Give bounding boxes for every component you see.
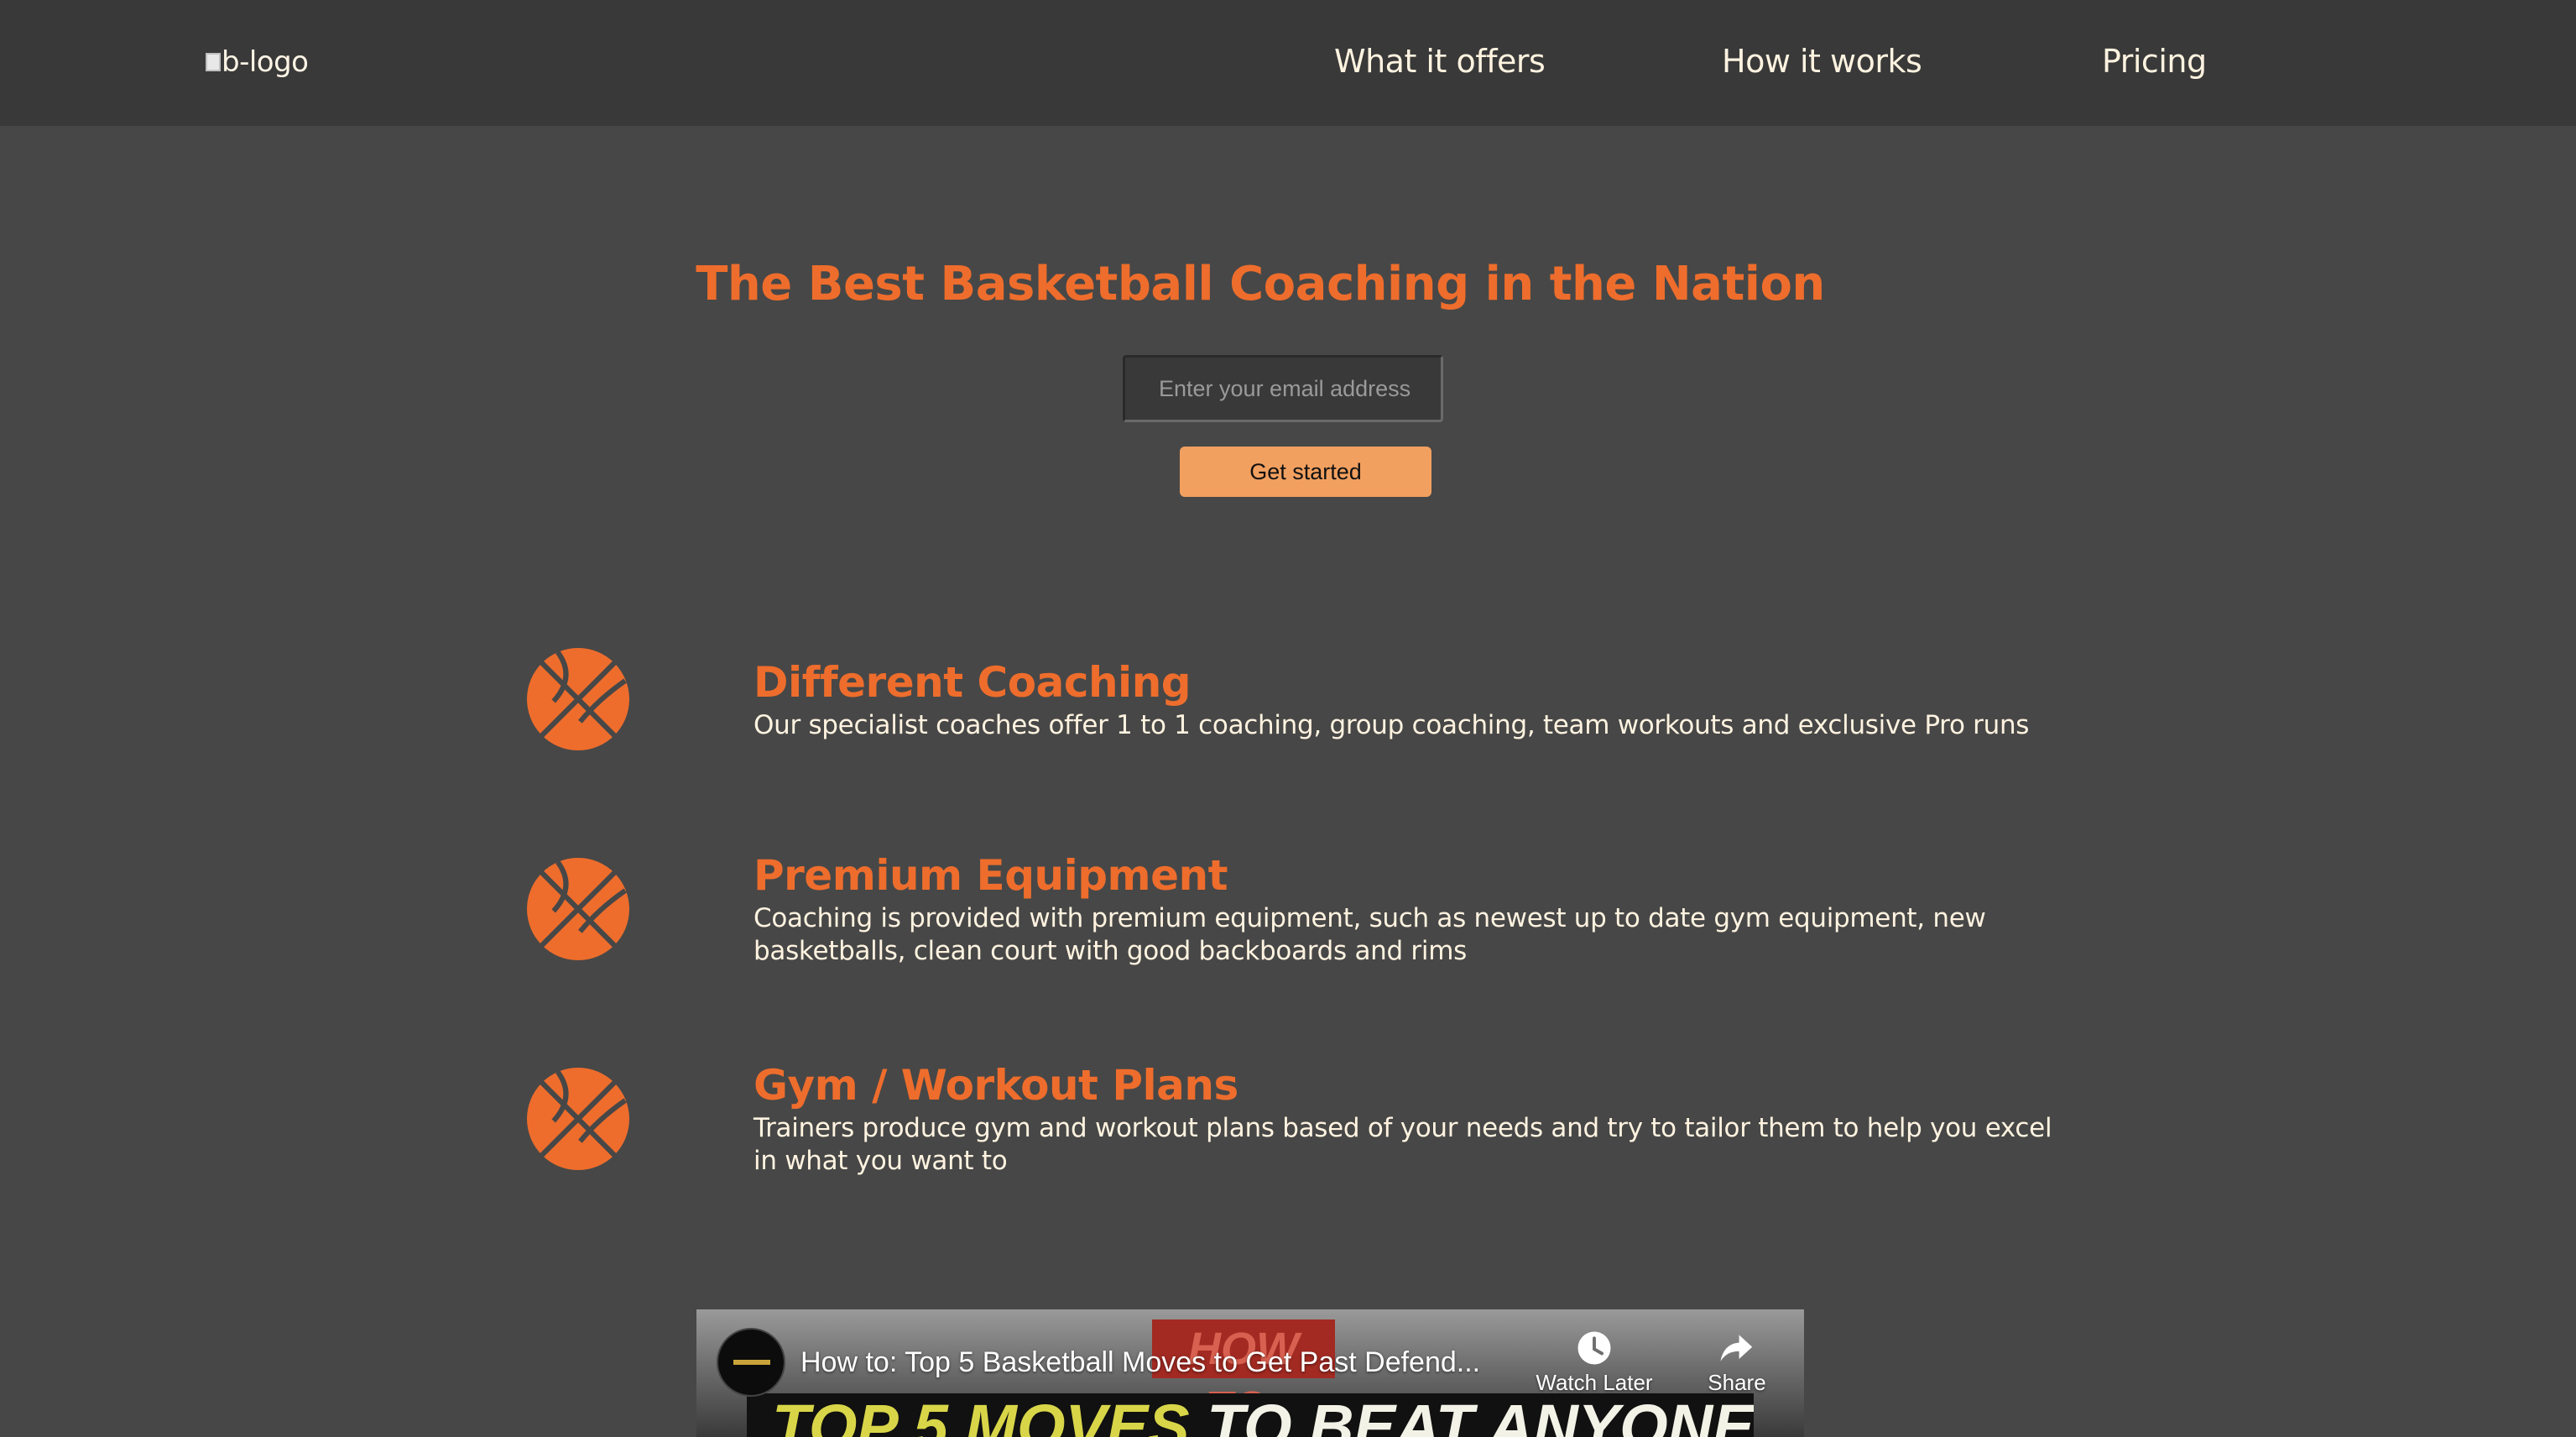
site-header: b-logo What it offers How it works Prici… (0, 0, 2576, 126)
hero-title-text: The Best Basketball Coaching in the Nati… (696, 257, 1825, 311)
feature-title-gym-workout-plans: Gym / Workout Plans (754, 1061, 1238, 1110)
basketball-icon (527, 648, 629, 750)
basketball-icon (527, 858, 629, 960)
basketball-icon (527, 1068, 629, 1170)
feature-description-premium-equipment: Coaching is provided with premium equipm… (754, 903, 1986, 966)
get-started-button[interactable]: Get started (1180, 447, 1431, 497)
watch-later-button[interactable]: Watch Later (1527, 1326, 1661, 1396)
logo-alt-text: b-logo (222, 45, 309, 79)
share-label: Share (1708, 1370, 1766, 1395)
feature-description-different-coaching: Our specialist coaches offer 1 to 1 coac… (754, 710, 2030, 740)
share-button[interactable]: Share (1687, 1326, 1787, 1396)
video-title[interactable]: How to: Top 5 Basketball Moves to Get Pa… (800, 1346, 1480, 1379)
thumbnail-text-highlight: TOP 5 MOVES (772, 1393, 1190, 1437)
share-arrow-icon (1720, 1335, 1753, 1361)
thumbnail-text: TOP 5 MOVES TO BEAT ANYONE! (747, 1393, 1754, 1437)
feature-description-gym-workout-plans: Trainers produce gym and workout plans b… (754, 1113, 2052, 1176)
feature-title-different-coaching: Different Coaching (754, 658, 1192, 707)
channel-avatar[interactable] (717, 1328, 785, 1397)
clock-icon (1577, 1331, 1611, 1365)
nav-link-what-it-offers[interactable]: What it offers (1334, 43, 1546, 80)
broken-image-icon (205, 50, 221, 74)
nav-link-pricing[interactable]: Pricing (2102, 43, 2207, 80)
site-logo[interactable]: b-logo (205, 45, 309, 79)
embedded-video[interactable]: HOW TO: TOP 5 MOVES TO BEAT ANYONE! How … (696, 1309, 1804, 1437)
hero-title: The Best Basketball Coaching in the Nati… (0, 257, 2576, 311)
thumbnail-text-rest: TO BEAT ANYONE! (1189, 1393, 1754, 1437)
email-input[interactable] (1123, 355, 1443, 422)
nav-link-how-it-works[interactable]: How it works (1722, 43, 1922, 80)
watch-later-label: Watch Later (1536, 1370, 1653, 1395)
feature-title-premium-equipment: Premium Equipment (754, 851, 1228, 900)
